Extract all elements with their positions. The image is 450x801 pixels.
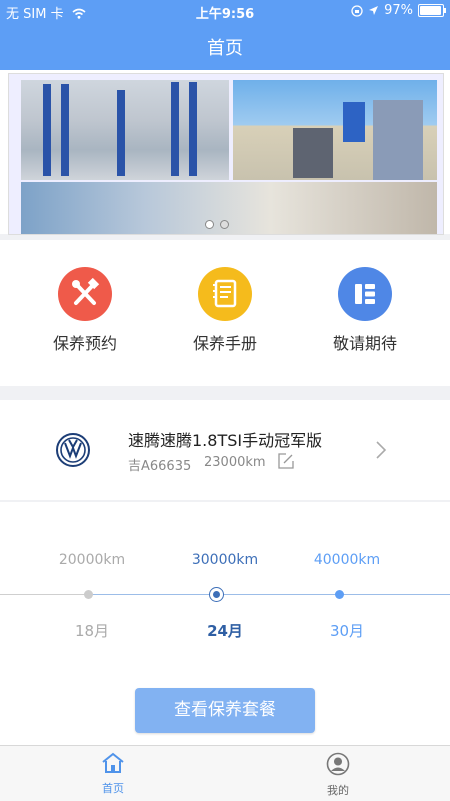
milestone-month: 18月 <box>74 622 110 640</box>
carousel-dot[interactable] <box>205 220 214 229</box>
carousel-indicator[interactable] <box>205 220 229 229</box>
header: 无 SIM 卡 上午9:56 97% 首页 <box>0 0 450 70</box>
chevron-right-icon[interactable] <box>374 440 388 460</box>
car-info-card[interactable]: 速腾速腾1.8TSI手动冠军版 吉A66635 23000km <box>0 400 450 500</box>
feature-label: 保养预约 <box>52 334 117 353</box>
orientation-lock-icon <box>351 4 363 17</box>
maintenance-timeline: 20000km 30000km 40000km 18月 24月 30月 查看保养… <box>0 502 450 745</box>
car-mileage: 23000km <box>204 455 266 470</box>
service-building-photo <box>233 80 437 180</box>
view-package-button[interactable]: 查看保养套餐 <box>135 688 315 733</box>
volkswagen-logo-icon <box>56 433 90 467</box>
milestone-km[interactable]: 20000km <box>32 552 152 568</box>
milestone-km[interactable]: 40000km <box>287 552 407 568</box>
home-icon <box>102 752 124 773</box>
battery-icon <box>418 4 446 17</box>
status-bar: 无 SIM 卡 上午9:56 97% <box>0 0 450 22</box>
milestone-month: 24月 <box>207 622 243 640</box>
location-icon <box>369 6 379 15</box>
feature-label: 保养手册 <box>192 334 257 353</box>
showroom-photo <box>21 182 437 234</box>
banner-carousel[interactable] <box>0 70 450 235</box>
status-right: 97% <box>351 3 446 18</box>
wrench-hammer-icon <box>58 267 112 321</box>
page-title: 首页 <box>207 38 243 59</box>
milestone-month: 30月 <box>329 622 365 640</box>
timeline-track-past <box>0 594 88 595</box>
grid-list-icon <box>338 267 392 321</box>
timeline-track-future <box>216 594 450 595</box>
milestone-node-current[interactable] <box>209 587 224 602</box>
timeline-track-progress <box>88 594 216 595</box>
carousel-dot[interactable] <box>220 220 229 229</box>
battery-percent: 97% <box>384 3 413 18</box>
notebook-icon <box>198 267 252 321</box>
car-plate: 吉A66635 <box>128 459 192 474</box>
tab-profile[interactable]: 我的 <box>298 752 378 798</box>
banner-image[interactable] <box>8 73 444 235</box>
tab-home[interactable]: 首页 <box>73 752 153 796</box>
user-icon <box>326 752 350 776</box>
feature-coming-soon[interactable]: 敬请期待 <box>305 267 425 354</box>
tab-label: 首页 <box>102 782 124 795</box>
tab-label: 我的 <box>327 784 349 797</box>
feature-maintenance-booking[interactable]: 保养预约 <box>25 267 145 354</box>
edit-icon[interactable] <box>277 452 295 470</box>
tab-bar: 首页 我的 <box>0 745 450 801</box>
milestone-node[interactable] <box>335 590 344 599</box>
milestone-km[interactable]: 30000km <box>165 552 285 568</box>
feature-maintenance-manual[interactable]: 保养手册 <box>165 267 285 354</box>
milestone-node[interactable] <box>84 590 93 599</box>
workshop-lifts-photo <box>21 80 229 180</box>
car-model-name: 速腾速腾1.8TSI手动冠军版 <box>128 431 323 450</box>
feature-label: 敬请期待 <box>332 334 397 353</box>
feature-grid: 保养预约 保养手册 敬请期待 <box>0 240 450 386</box>
